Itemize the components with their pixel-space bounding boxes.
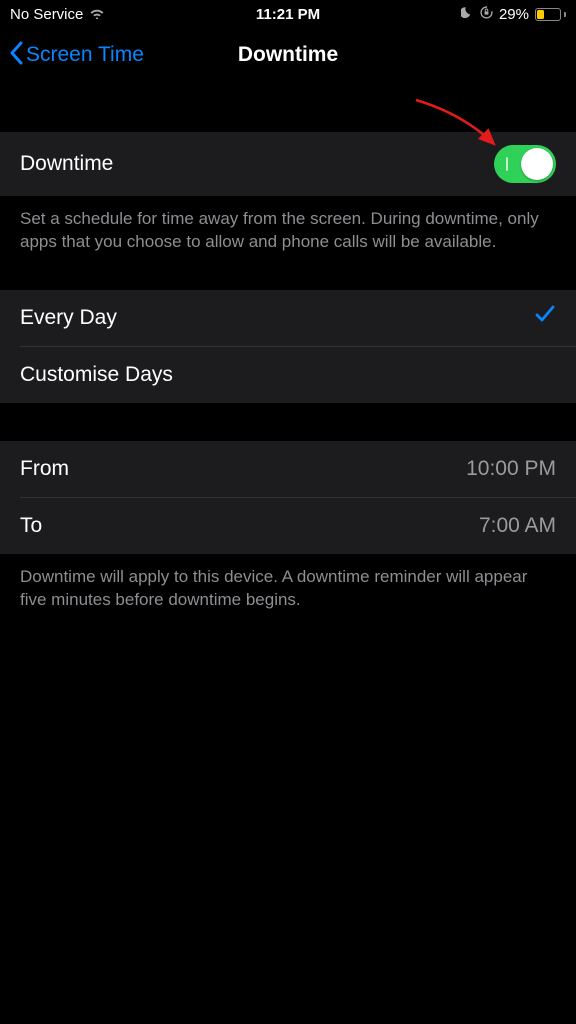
orientation-lock-icon [480, 6, 493, 23]
chevron-left-icon [8, 41, 24, 70]
downtime-description: Set a schedule for time away from the sc… [0, 196, 576, 262]
footer-note: Downtime will apply to this device. A do… [0, 554, 576, 620]
every-day-row[interactable]: Every Day [0, 290, 576, 346]
customise-days-label: Customise Days [20, 363, 173, 387]
from-time-row[interactable]: From 10:00 PM [0, 441, 576, 497]
from-label: From [20, 457, 69, 481]
every-day-label: Every Day [20, 306, 117, 330]
from-value: 10:00 PM [466, 457, 556, 481]
downtime-toggle[interactable] [494, 145, 556, 183]
downtime-toggle-row: Downtime [0, 132, 576, 196]
back-label: Screen Time [26, 43, 144, 67]
to-label: To [20, 514, 42, 538]
dnd-moon-icon [461, 6, 474, 23]
checkmark-icon [534, 303, 556, 332]
battery-icon [535, 8, 566, 21]
to-value: 7:00 AM [479, 514, 556, 538]
battery-percent: 29% [499, 6, 529, 23]
nav-bar: Screen Time Downtime [0, 28, 576, 82]
wifi-icon [89, 6, 105, 23]
downtime-label: Downtime [20, 152, 113, 176]
carrier-label: No Service [10, 6, 83, 23]
to-time-row[interactable]: To 7:00 AM [0, 498, 576, 554]
customise-days-row[interactable]: Customise Days [0, 347, 576, 403]
status-bar: No Service 11:21 PM 29% [0, 0, 576, 28]
back-button[interactable]: Screen Time [8, 41, 144, 70]
